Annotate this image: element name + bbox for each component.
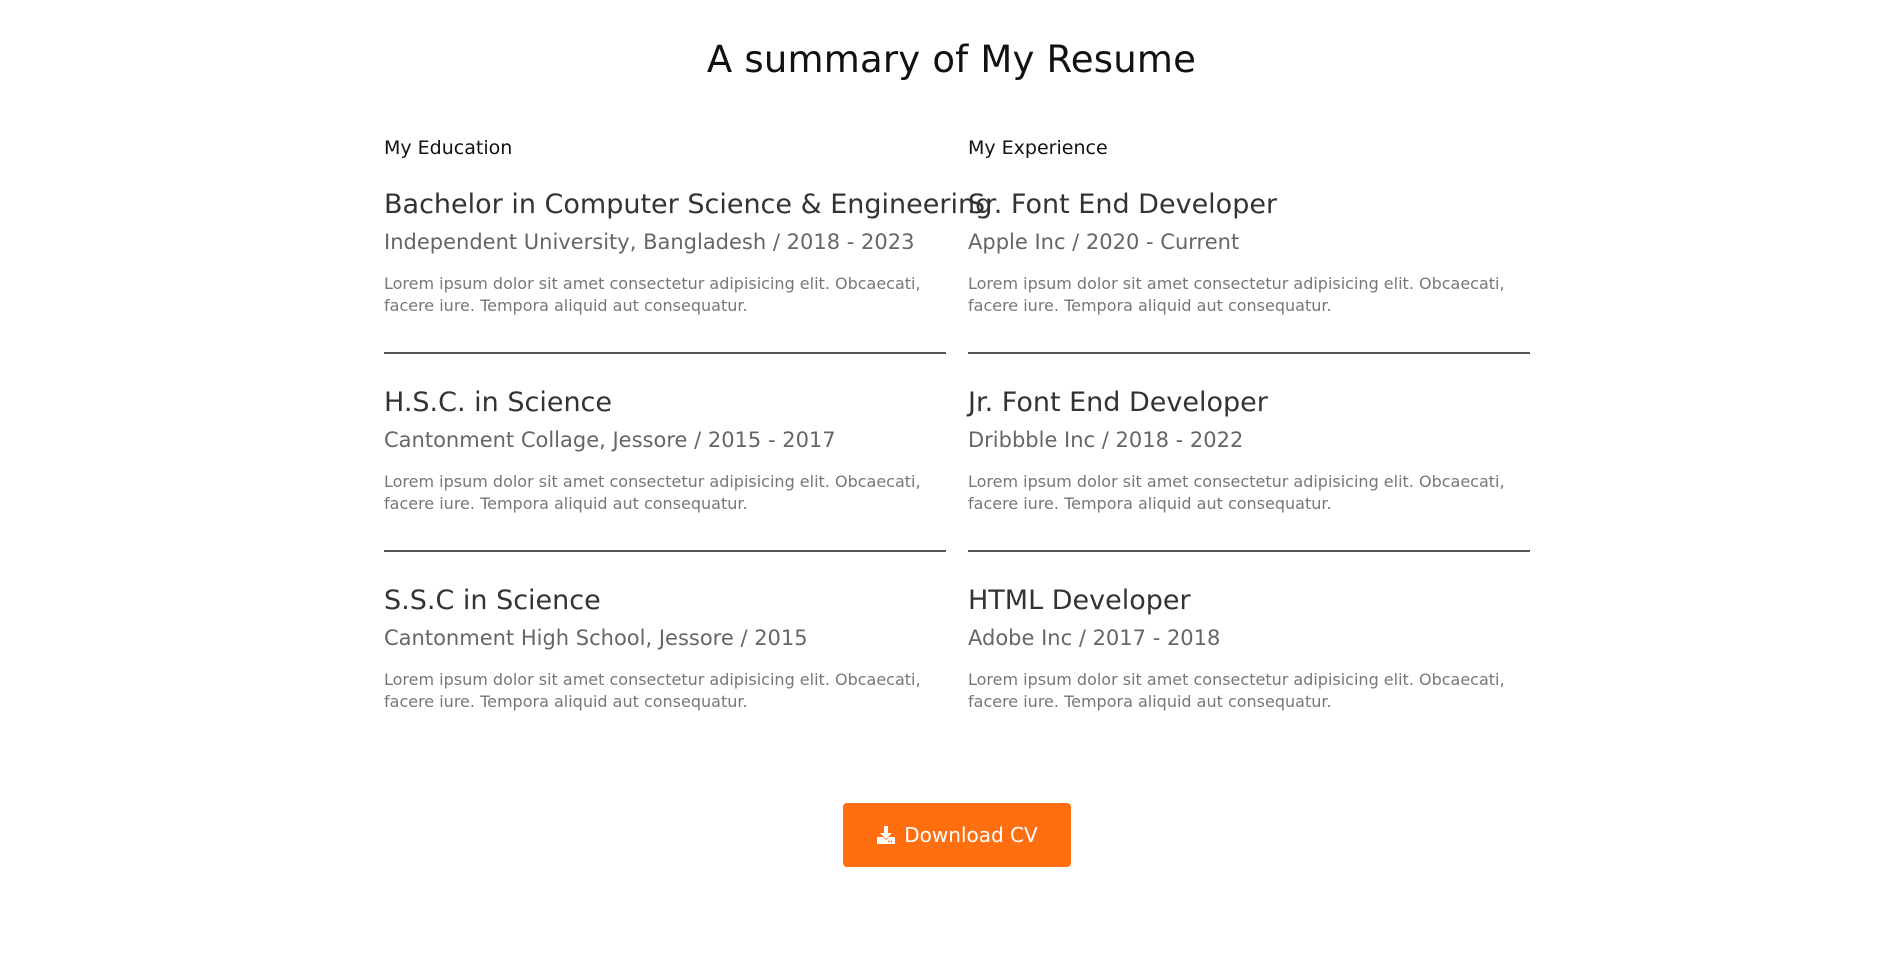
entry-subtitle: Independent University, Bangladesh / 201… [384,230,915,254]
education-column: My Education Bachelor in Computer Scienc… [384,136,993,782]
entry-title: H.S.C. in Science [384,387,613,418]
download-icon [876,825,896,845]
entry-title: Bachelor in Computer Science & Engineeri… [384,189,993,220]
entry-subtitle: Dribbble Inc / 2018 - 2022 [968,428,1244,452]
entry-subtitle: Apple Inc / 2020 - Current [968,230,1240,254]
experience-column: My Experience Sr. Font End Developer App… [968,136,1530,782]
entry-title: Sr. Font End Developer [968,189,1278,220]
entry-divider [968,550,1530,552]
experience-entry: Jr. Font End Developer Dribbble Inc / 20… [968,386,1530,584]
resume-summary-section: A summary of My Resume My Education Bach… [0,0,1903,955]
experience-entry: Sr. Font End Developer Apple Inc / 2020 … [968,188,1530,386]
entry-description: Lorem ipsum dolor sit amet consectetur a… [384,472,921,513]
download-cv-button[interactable]: Download CV [843,803,1071,867]
entry-description: Lorem ipsum dolor sit amet consectetur a… [384,274,921,315]
page-title: A summary of My Resume [706,38,1197,81]
entry-subtitle: Cantonment Collage, Jessore / 2015 - 201… [384,428,836,452]
entry-title: HTML Developer [968,585,1191,616]
entry-description: Lorem ipsum dolor sit amet consectetur a… [968,274,1505,315]
entry-description: Lorem ipsum dolor sit amet consectetur a… [384,670,921,711]
entry-description: Lorem ipsum dolor sit amet consectetur a… [968,472,1505,513]
entry-title: S.S.C in Science [384,585,601,616]
download-cv-label: Download CV [904,823,1038,847]
entry-divider [384,352,946,354]
education-entry: S.S.C in Science Cantonment High School,… [384,584,946,782]
entry-description: Lorem ipsum dolor sit amet consectetur a… [968,670,1505,711]
entry-divider [968,352,1530,354]
entry-divider [384,550,946,552]
education-entry: Bachelor in Computer Science & Engineeri… [384,188,993,386]
education-entry: H.S.C. in Science Cantonment Collage, Je… [384,386,946,584]
experience-entry: HTML Developer Adobe Inc / 2017 - 2018 L… [968,584,1530,782]
resume-columns: My Education Bachelor in Computer Scienc… [384,136,1530,782]
experience-heading: My Experience [968,137,1108,159]
entry-subtitle: Cantonment High School, Jessore / 2015 [384,626,808,650]
entry-title: Jr. Font End Developer [968,387,1268,418]
education-heading: My Education [384,137,513,159]
entry-subtitle: Adobe Inc / 2017 - 2018 [968,626,1221,650]
